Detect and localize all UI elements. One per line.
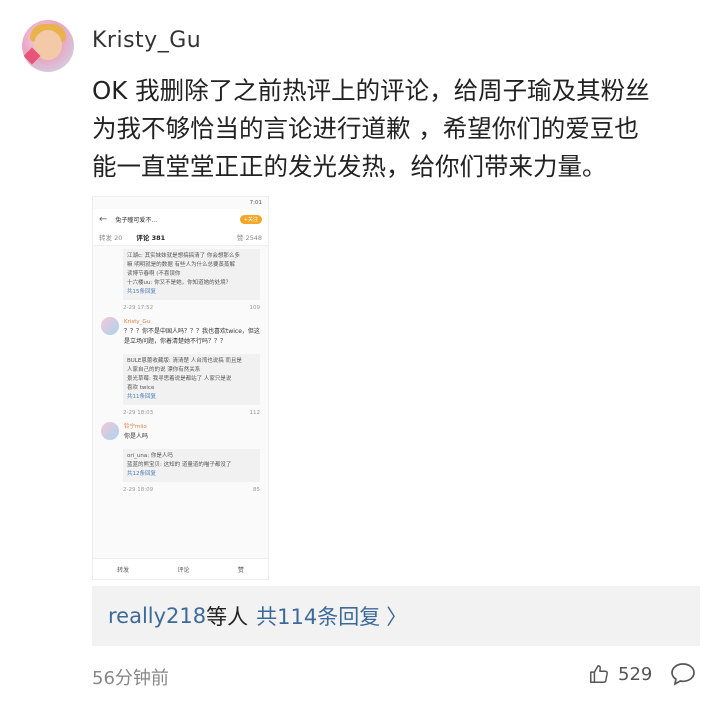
screenshot-topbar: ← 兔子瞳可爱不... +关注 bbox=[93, 209, 268, 229]
more-replies: 共15条回复 bbox=[127, 289, 156, 295]
more-replies: 共12条回复 bbox=[127, 471, 156, 477]
replies-users[interactable]: really218 bbox=[108, 604, 206, 628]
reply-line: 蓝蓝的熊宝贝: 这知的 道量道的喵子都没了 bbox=[127, 462, 232, 468]
comment-bubble-icon[interactable] bbox=[670, 662, 696, 686]
embedded-screenshot[interactable]: 7:01 ← 兔子瞳可爱不... +关注 转发 20 评论 381 赞 2548… bbox=[92, 196, 269, 580]
reply-line: 嘛 明明就是的数据 有些人为什么总要蒸蒸解 bbox=[127, 262, 235, 268]
comment-text: 你是人吗 bbox=[124, 433, 149, 440]
comment-meta: 2-29 18:03 112 bbox=[93, 408, 268, 418]
comment-meta: 2-29 18:09 85 bbox=[93, 485, 268, 495]
reply-line: ori_una: 你是人吗 bbox=[127, 453, 173, 459]
comment-likes: 109 bbox=[249, 305, 261, 311]
reply-thread: BULE恩蕾收藏版: 清清楚 人台湾也说搞 而且是 人家自己的的说 漂你有然关系… bbox=[123, 354, 260, 405]
post-text: OK 我删除了之前热评上的评论，给周子瑜及其粉丝 为我不够恰当的言论进行道歉 ，… bbox=[92, 76, 650, 181]
status-time: 7:01 bbox=[249, 200, 262, 206]
follow-badge: +关注 bbox=[239, 214, 262, 224]
reply-line: 景光草莓: 我寻思着说是都站了 人家只是说 bbox=[127, 376, 232, 382]
bottom-like: 赞 bbox=[237, 566, 244, 574]
comment-meta: 2-29 17:52 109 bbox=[93, 303, 268, 313]
tab-comments: 评论 381 bbox=[136, 234, 166, 242]
reply-line: BULE恩蕾收藏版: 清清楚 人台湾也说搞 而且是 bbox=[127, 358, 242, 364]
reply-line: 人家自己的的说 漂你有然关系 bbox=[127, 367, 201, 373]
comment-author: Kristy_Gu bbox=[124, 319, 151, 325]
comment-avatar bbox=[101, 317, 119, 335]
avatar[interactable] bbox=[22, 20, 74, 72]
bottom-repost: 转发 bbox=[117, 566, 130, 574]
screenshot-tabs: 转发 20 评论 381 赞 2548 bbox=[93, 229, 268, 246]
reply-line: 江湖c: 其实妹妹就是想搞搞清了 你会想那么多 bbox=[127, 253, 240, 259]
like-button[interactable]: 529 bbox=[588, 663, 652, 685]
chevron-right-icon: 〉 bbox=[386, 605, 408, 629]
thumbs-up-icon bbox=[590, 665, 608, 683]
screenshot-title: 兔子瞳可爱不... bbox=[115, 216, 158, 224]
comment-text: ？？？你不是中国人吗？？？我也喜欢twice，但这是立场问题，你着清楚她不行吗？… bbox=[124, 328, 260, 345]
username[interactable]: Kristy_Gu bbox=[92, 28, 201, 53]
replies-count[interactable]: 共114条回复 bbox=[256, 601, 380, 631]
comment: 铃宁miio 你是人吗 bbox=[93, 418, 268, 446]
replies-bar[interactable]: really218 等人 共114条回复 〉 bbox=[92, 586, 700, 646]
comment-author: 铃宁miio bbox=[124, 424, 147, 430]
reply-thread: 江湖c: 其实妹妹就是想搞搞清了 你会想那么多 嘛 明明就是的数据 有些人为什么… bbox=[123, 249, 260, 300]
post-time: 56分钟前 bbox=[92, 668, 169, 689]
more-replies: 共11条回复 bbox=[127, 394, 156, 400]
comment-likes: 112 bbox=[249, 410, 261, 416]
reply-thread: ori_una: 你是人吗 蓝蓝的熊宝贝: 这知的 道量道的喵子都没了 共12条… bbox=[123, 449, 260, 482]
replies-users-suffix: 等人 bbox=[206, 605, 249, 629]
reply-line: 喜欢 twice bbox=[127, 385, 155, 391]
comment: Kristy_Gu ？？？你不是中国人吗？？？我也喜欢twice，但这是立场问题… bbox=[93, 313, 268, 351]
comment-avatar bbox=[101, 422, 119, 440]
status-bar: 7:01 bbox=[93, 197, 268, 209]
comment-time: 2-29 18:09 bbox=[123, 487, 154, 493]
tab-likes: 赞 2548 bbox=[236, 234, 262, 242]
back-arrow-icon: ← bbox=[99, 213, 108, 225]
comment-likes: 85 bbox=[253, 487, 260, 493]
reply-line: 读博节春啊 (不喜误你 bbox=[127, 271, 181, 277]
bottom-comment: 评论 bbox=[177, 566, 190, 574]
comment-time: 2-29 18:03 bbox=[123, 410, 154, 416]
like-count: 529 bbox=[618, 663, 653, 685]
reply-line: 十六楼uu: 你又不是她，你知道她的处境？ bbox=[127, 280, 232, 286]
comment-time: 2-29 17:52 bbox=[123, 305, 154, 311]
screenshot-bottom-bar: 转发 评论 赞 bbox=[93, 558, 268, 579]
tab-repost: 转发 20 bbox=[99, 234, 123, 242]
